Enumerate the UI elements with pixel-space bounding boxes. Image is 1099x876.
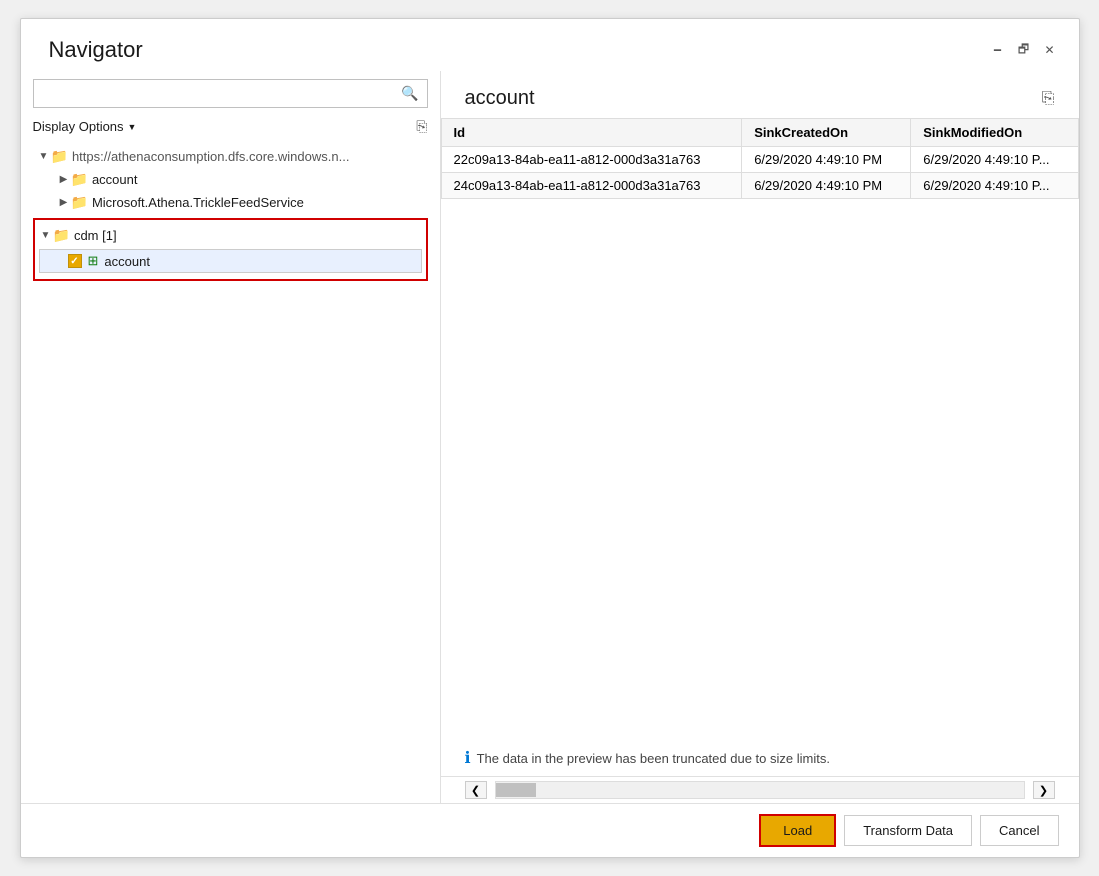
root-node-label: https://athenaconsumption.dfs.core.windo… xyxy=(72,149,350,164)
table-row: 24c09a13-84ab-ea11-a812-000d3a31a763 6/2… xyxy=(441,173,1078,199)
cdm-toggle-icon: ▼ xyxy=(39,230,53,241)
scrollbar-track[interactable] xyxy=(495,781,1025,799)
toggle-expand-icon: ▶ xyxy=(57,174,71,185)
main-content: 🔍 Display Options ▼ ⎘ ▼ 📁 https://athena… xyxy=(21,71,1079,803)
tricklefeed-node[interactable]: ▶ 📁 Microsoft.Athena.TrickleFeedService xyxy=(33,191,428,214)
title-bar: Navigator 🗕 🗗 ✕ xyxy=(21,19,1079,71)
minimize-button[interactable]: 🗕 xyxy=(989,41,1007,59)
info-message: The data in the preview has been truncat… xyxy=(477,751,830,766)
folder-icon: 📁 xyxy=(51,148,68,165)
cdm-folder-icon: 📁 xyxy=(53,227,70,244)
refresh-icon[interactable]: ⎘ xyxy=(416,118,427,135)
cell-modified-2: 6/29/2020 4:49:10 P... xyxy=(911,173,1078,199)
search-icon[interactable]: 🔍 xyxy=(393,81,426,106)
close-button[interactable]: ✕ xyxy=(1041,41,1059,59)
col-id: Id xyxy=(441,119,742,147)
cell-modified-1: 6/29/2020 4:49:10 P... xyxy=(911,147,1078,173)
col-sink-modified: SinkModifiedOn xyxy=(911,119,1078,147)
checkbox-checked-icon[interactable] xyxy=(68,254,82,268)
window-controls: 🗕 🗗 ✕ xyxy=(989,37,1059,59)
account-selected-row[interactable]: ⊞ account xyxy=(39,249,422,273)
preview-refresh-icon[interactable]: ⎘ xyxy=(1042,90,1055,108)
cell-id-2: 24c09a13-84ab-ea11-a812-000d3a31a763 xyxy=(441,173,742,199)
search-box: 🔍 xyxy=(33,79,428,108)
right-panel: account ⎘ Id SinkCreatedOn SinkModifiedO… xyxy=(441,71,1079,803)
root-node[interactable]: ▼ 📁 https://athenaconsumption.dfs.core.w… xyxy=(33,145,428,168)
col-sink-created: SinkCreatedOn xyxy=(742,119,911,147)
display-options-button[interactable]: Display Options ▼ xyxy=(33,119,137,134)
tree-area: ▼ 📁 https://athenaconsumption.dfs.core.w… xyxy=(33,145,428,795)
scroll-right-button[interactable]: ❯ xyxy=(1033,781,1055,799)
display-options-row: Display Options ▼ ⎘ xyxy=(33,118,428,135)
navigator-dialog: Navigator 🗕 🗗 ✕ 🔍 Display Options ▼ ⎘ xyxy=(20,18,1080,858)
data-table: Id SinkCreatedOn SinkModifiedOn 22c09a13… xyxy=(441,118,1079,199)
preview-title: account xyxy=(465,87,535,110)
cdm-node-label: cdm [1] xyxy=(74,228,117,243)
folder-icon2: 📁 xyxy=(71,194,88,211)
scroll-left-button[interactable]: ❮ xyxy=(465,781,487,799)
info-icon: ℹ xyxy=(465,748,471,768)
toggle-collapse-icon: ▼ xyxy=(37,151,51,162)
account-node[interactable]: ▶ 📁 account xyxy=(33,168,428,191)
scrollbar-thumb[interactable] xyxy=(496,783,536,797)
transform-data-button[interactable]: Transform Data xyxy=(844,815,972,846)
table-icon: ⊞ xyxy=(88,253,99,269)
cell-created-2: 6/29/2020 4:49:10 PM xyxy=(742,173,911,199)
dialog-title: Navigator xyxy=(49,37,143,63)
display-options-label: Display Options xyxy=(33,119,124,134)
horizontal-scrollbar: ❮ ❯ xyxy=(441,776,1079,803)
tricklefeed-node-label: Microsoft.Athena.TrickleFeedService xyxy=(92,195,304,210)
search-input[interactable] xyxy=(34,80,394,107)
table-header-row: Id SinkCreatedOn SinkModifiedOn xyxy=(441,119,1078,147)
cancel-button[interactable]: Cancel xyxy=(980,815,1058,846)
cdm-node[interactable]: ▼ 📁 cdm [1] xyxy=(35,224,426,247)
load-button[interactable]: Load xyxy=(759,814,836,847)
data-table-wrapper: Id SinkCreatedOn SinkModifiedOn 22c09a13… xyxy=(441,118,1079,732)
preview-header: account ⎘ xyxy=(441,71,1079,118)
cell-id-1: 22c09a13-84ab-ea11-a812-000d3a31a763 xyxy=(441,147,742,173)
cdm-account-label: account xyxy=(104,254,150,269)
maximize-button[interactable]: 🗗 xyxy=(1015,41,1033,59)
cdm-group: ▼ 📁 cdm [1] ⊞ account xyxy=(33,218,428,281)
toggle-expand-icon2: ▶ xyxy=(57,197,71,208)
bottom-bar: Load Transform Data Cancel xyxy=(21,803,1079,857)
account-node-label: account xyxy=(92,172,138,187)
left-panel: 🔍 Display Options ▼ ⎘ ▼ 📁 https://athena… xyxy=(21,71,441,803)
cell-created-1: 6/29/2020 4:49:10 PM xyxy=(742,147,911,173)
info-row: ℹ The data in the preview has been trunc… xyxy=(441,740,1079,776)
folder-icon: 📁 xyxy=(71,171,88,188)
chevron-down-icon: ▼ xyxy=(128,122,137,132)
table-row: 22c09a13-84ab-ea11-a812-000d3a31a763 6/2… xyxy=(441,147,1078,173)
